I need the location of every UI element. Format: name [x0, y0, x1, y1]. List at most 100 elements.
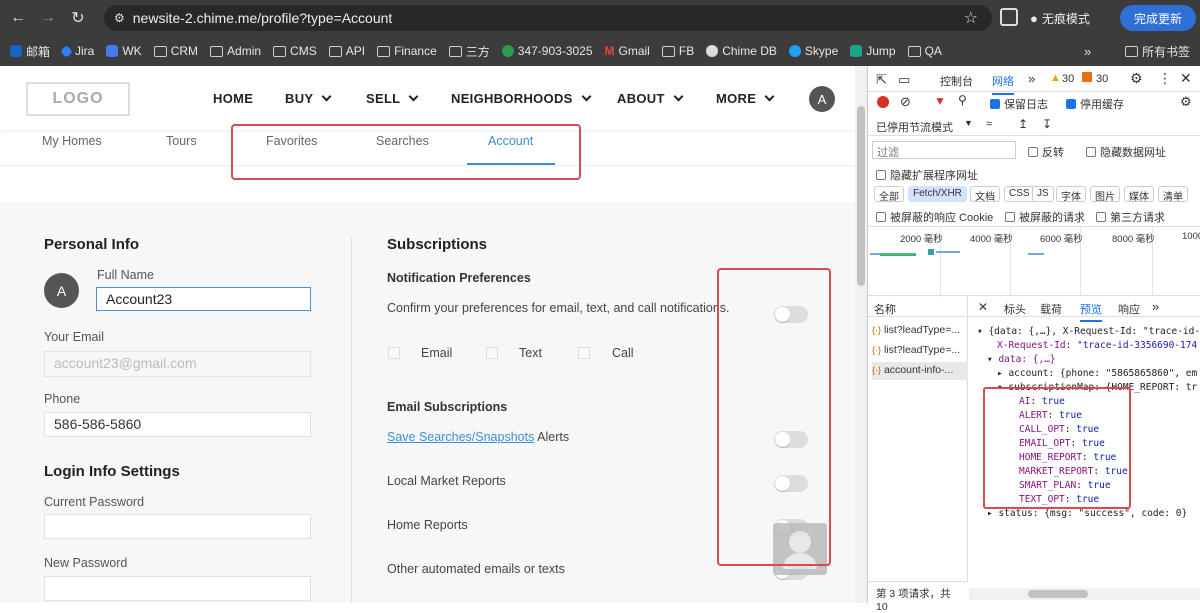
- text-checkbox[interactable]: [486, 347, 498, 359]
- bookmark-item[interactable]: Jump: [850, 44, 896, 58]
- preview-root-line[interactable]: ▾ {data: {,…}, X-Request-Id: "trace-id-: [977, 326, 1200, 337]
- tab-payload[interactable]: 载荷: [1040, 301, 1062, 317]
- type-chip-img[interactable]: 图片: [1090, 186, 1120, 203]
- close-detail-icon[interactable]: ✕: [978, 300, 988, 314]
- blocked-cookies-toggle[interactable]: 被屏蔽的响应 Cookie: [876, 209, 993, 225]
- tab-my-homes[interactable]: My Homes: [42, 134, 102, 148]
- request-row-selected[interactable]: {·} account-info-...: [872, 362, 968, 380]
- search-icon[interactable]: ⚲: [958, 93, 967, 107]
- invert-toggle[interactable]: 反转: [1028, 144, 1064, 160]
- back-icon[interactable]: ←: [6, 6, 30, 30]
- preview-account-line[interactable]: ▸ account: {phone: "5865865860", em: [997, 368, 1197, 379]
- bookmark-item[interactable]: WK: [106, 44, 142, 58]
- bookmark-item[interactable]: 三方: [448, 43, 490, 60]
- bookmark-item[interactable]: 邮箱: [10, 43, 50, 60]
- error-icon[interactable]: [1082, 72, 1092, 82]
- nav-buy[interactable]: BUY: [285, 91, 332, 106]
- type-chip-manifest[interactable]: 清单: [1158, 186, 1188, 203]
- disable-cache-toggle[interactable]: 停用缓存: [1066, 96, 1124, 112]
- type-chip-js[interactable]: JS: [1032, 186, 1054, 202]
- site-info-icon[interactable]: ⚙: [114, 11, 125, 25]
- all-bookmarks-button[interactable]: 所有书签: [1125, 43, 1190, 60]
- third-party-toggle[interactable]: 第三方请求: [1096, 209, 1165, 225]
- fullname-input[interactable]: Account23: [96, 287, 311, 311]
- bookmark-item[interactable]: API: [328, 44, 365, 58]
- page-scroll-thumb[interactable]: [857, 106, 865, 286]
- bookmark-item[interactable]: Admin: [210, 44, 261, 58]
- forward-icon[interactable]: →: [36, 6, 60, 30]
- filter-input[interactable]: 过滤: [872, 141, 1016, 159]
- nav-sell[interactable]: SELL: [366, 91, 419, 106]
- filter-funnel-icon[interactable]: ▼: [934, 94, 946, 108]
- bookmark-item[interactable]: Jira: [60, 44, 94, 58]
- kebab-menu-icon[interactable]: ⋮: [1158, 70, 1172, 87]
- incognito-indicator[interactable]: ● 无痕模式: [1030, 5, 1112, 31]
- call-checkbox[interactable]: [578, 347, 590, 359]
- nav-more[interactable]: MORE: [716, 91, 775, 106]
- bookmark-item[interactable]: 347-903-3025: [501, 44, 593, 58]
- tab-headers[interactable]: 标头: [1004, 301, 1026, 317]
- nav-neighborhoods[interactable]: NEIGHBORHOODS: [451, 91, 592, 106]
- bookmark-item[interactable]: CMS: [273, 44, 317, 58]
- type-chip-all[interactable]: 全部: [874, 186, 904, 203]
- network-settings-icon[interactable]: ⚙: [1180, 94, 1192, 110]
- bookmark-item[interactable]: Finance: [377, 44, 437, 58]
- address-bar[interactable]: ⚙ newsite-2.chime.me/profile?type=Accoun…: [104, 5, 992, 31]
- current-password-input[interactable]: [44, 514, 311, 539]
- inspect-icon[interactable]: ⇱: [876, 72, 887, 88]
- warning-icon[interactable]: ▲: [1050, 72, 1061, 84]
- url-text[interactable]: newsite-2.chime.me/profile?type=Account: [133, 10, 393, 26]
- preview-hscroll-thumb[interactable]: [1028, 590, 1088, 598]
- phone-input[interactable]: 586-586-5860: [44, 412, 311, 437]
- site-logo[interactable]: LOGO: [26, 82, 130, 116]
- more-tabs-icon[interactable]: »: [1028, 71, 1035, 86]
- upload-icon[interactable]: ↥: [1018, 117, 1028, 131]
- more-detail-tabs-icon[interactable]: »: [1152, 299, 1159, 314]
- hide-data-urls-toggle[interactable]: 隐藏数据网址: [1086, 144, 1166, 160]
- network-timeline[interactable]: 2000 毫秒 4000 毫秒 6000 毫秒 8000 毫秒 1000: [868, 226, 1200, 297]
- nav-about[interactable]: ABOUT: [617, 91, 684, 106]
- hide-extension-urls-toggle[interactable]: 隐藏扩展程序网址: [876, 167, 978, 183]
- device-icon[interactable]: ▭: [898, 72, 910, 88]
- bookmark-item[interactable]: Skype: [788, 44, 838, 58]
- preserve-log-toggle[interactable]: 保留日志: [990, 96, 1048, 112]
- request-row[interactable]: {·} list?leadType=...: [872, 344, 968, 356]
- request-row[interactable]: {·} list?leadType=...: [872, 324, 968, 336]
- bookmark-star-icon[interactable]: ☆: [964, 8, 978, 28]
- tab-tours[interactable]: Tours: [166, 134, 197, 148]
- bookmark-item[interactable]: QA: [907, 44, 942, 58]
- side-panel-icon[interactable]: [1000, 8, 1018, 26]
- nav-home[interactable]: HOME: [213, 91, 253, 106]
- type-chip-media[interactable]: 媒体: [1124, 186, 1154, 203]
- type-chip-fetch-xhr[interactable]: Fetch/XHR: [908, 186, 967, 202]
- bookmark-item[interactable]: Chime DB: [706, 44, 777, 58]
- profile-avatar[interactable]: A: [44, 273, 79, 308]
- bookmark-item[interactable]: FB: [661, 44, 694, 58]
- preview-status-line[interactable]: ▸ status: {msg: "success", code: 0}: [987, 508, 1187, 519]
- type-chip-font[interactable]: 字体: [1056, 186, 1086, 203]
- record-icon[interactable]: [877, 96, 889, 108]
- web-page: LOGO HOME BUY SELL NEIGHBORHOODS ABOUT M…: [0, 66, 855, 603]
- update-button[interactable]: 完成更新: [1120, 5, 1196, 31]
- throttle-select[interactable]: 已停用节流模式: [876, 119, 953, 135]
- preview-data-line[interactable]: ▾ data: {,…}: [987, 354, 1056, 365]
- settings-gear-icon[interactable]: ⚙: [1130, 70, 1143, 87]
- type-chip-css[interactable]: CSS: [1004, 186, 1035, 202]
- email-checkbox[interactable]: [388, 347, 400, 359]
- saved-searches-link[interactable]: Save Searches/Snapshots: [387, 430, 534, 444]
- reload-icon[interactable]: ↻: [66, 6, 90, 30]
- blocked-requests-toggle[interactable]: 被屏蔽的请求: [1005, 209, 1085, 225]
- bookmarks-overflow-button[interactable]: »: [1084, 44, 1091, 59]
- bookmark-item[interactable]: M Gmail: [605, 44, 650, 58]
- wifi-icon[interactable]: ≈: [986, 118, 992, 130]
- new-password-input[interactable]: [44, 576, 311, 601]
- close-icon[interactable]: ✕: [1180, 70, 1192, 87]
- tab-console[interactable]: 控制台: [940, 73, 973, 89]
- requests-status-bar: 第 3 项请求，共 10: [868, 581, 968, 613]
- user-avatar[interactable]: A: [809, 86, 835, 112]
- download-icon[interactable]: ↧: [1042, 117, 1052, 131]
- clear-icon[interactable]: ⊘: [900, 94, 911, 110]
- type-chip-doc[interactable]: 文档: [970, 186, 1000, 203]
- bookmark-item[interactable]: CRM: [153, 44, 198, 58]
- tab-response[interactable]: 响应: [1118, 301, 1140, 317]
